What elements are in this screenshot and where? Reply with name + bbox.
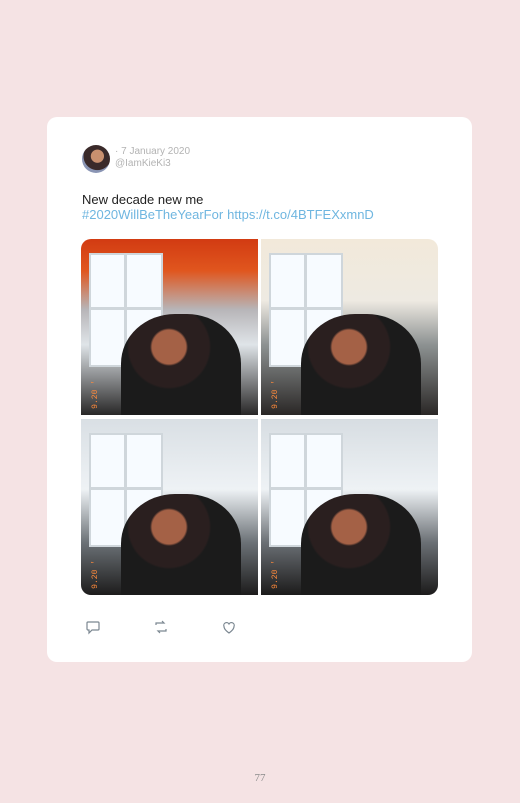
hashtag-link[interactable]: #2020WillBeTheYearFor bbox=[82, 207, 223, 222]
photo-stamp: 9.20 ' bbox=[91, 560, 100, 589]
retweet-button[interactable] bbox=[151, 617, 171, 637]
tweet-date: · 7 January 2020 bbox=[115, 146, 191, 157]
user-handle[interactable]: @IamKieKi3 bbox=[115, 158, 190, 170]
tweet-links: #2020WillBeTheYearFor https://t.co/4BTFEX… bbox=[82, 207, 378, 222]
tweet-meta: · 7 January 2020 @IamKieKi3 bbox=[115, 146, 190, 170]
photo-2[interactable]: 9.20 ' bbox=[261, 239, 438, 415]
photo-stamp: 9.20 ' bbox=[271, 560, 280, 589]
page-number: 77 bbox=[254, 772, 266, 784]
tweet-text: New decade new me bbox=[82, 192, 204, 207]
person-image bbox=[121, 314, 241, 415]
url-link[interactable]: https://t.co/4BTFEXxmnD bbox=[227, 207, 374, 222]
photo-3[interactable]: 9.20 ' bbox=[81, 419, 258, 595]
photo-stamp: 9.20 ' bbox=[271, 380, 280, 409]
like-button[interactable] bbox=[219, 617, 239, 637]
avatar[interactable] bbox=[82, 145, 110, 173]
photo-1[interactable]: 9.20 ' bbox=[81, 239, 258, 415]
person-image bbox=[301, 494, 421, 595]
tweet-actions bbox=[83, 617, 239, 637]
person-image bbox=[121, 494, 241, 595]
reply-button[interactable] bbox=[83, 617, 103, 637]
reply-icon bbox=[86, 621, 100, 635]
retweet-icon bbox=[155, 620, 167, 634]
person-image bbox=[301, 314, 421, 415]
tweet-card: · 7 January 2020 @IamKieKi3 New decade n… bbox=[47, 117, 472, 662]
photo-stamp: 9.20 ' bbox=[91, 380, 100, 409]
photo-4[interactable]: 9.20 ' bbox=[261, 419, 438, 595]
photo-grid: 9.20 ' 9.20 ' 9.20 ' 9.20 ' bbox=[81, 239, 438, 595]
heart-icon bbox=[223, 622, 235, 634]
